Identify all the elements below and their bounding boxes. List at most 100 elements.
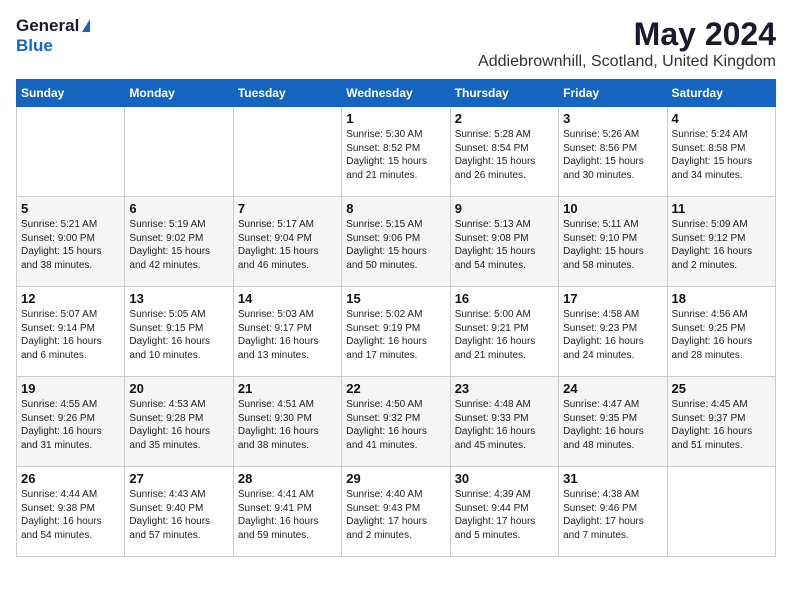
day-cell: 23 Sunrise: 4:48 AM Sunset: 9:33 PM Dayli… <box>450 377 558 467</box>
header-cell-monday: Monday <box>125 80 233 107</box>
day-cell: 6Sunrise: 5:19 AM Sunset: 9:02 PM Daylig… <box>125 197 233 287</box>
day-info: Sunrise: 4:47 AM Sunset: 9:35 PM Dayligh… <box>563 398 662 452</box>
day-info: Sunrise: 4:39 AM Sunset: 9:44 PM Dayligh… <box>455 488 554 542</box>
day-cell: 9 Sunrise: 5:13 AM Sunset: 9:08 PM Daylig… <box>450 197 558 287</box>
header-cell-sunday: Sunday <box>17 80 125 107</box>
day-cell <box>667 467 775 557</box>
day-number: 18 <box>672 291 771 306</box>
day-info: Sunrise: 5:21 AM Sunset: 9:00 PM Dayligh… <box>21 218 120 272</box>
day-info: Sunrise: 5:07 AM Sunset: 9:14 PM Dayligh… <box>21 308 120 362</box>
day-info: Sunrise: 5:28 AM Sunset: 8:54 PM Dayligh… <box>455 128 554 182</box>
day-info: Sunrise: 4:48 AM Sunset: 9:33 PM Dayligh… <box>455 398 554 452</box>
day-number: 7 <box>238 201 337 216</box>
day-cell <box>17 107 125 197</box>
day-cell: 2 Sunrise: 5:28 AM Sunset: 8:54 PM Daylig… <box>450 107 558 197</box>
calendar-title: May 2024 <box>478 16 776 53</box>
day-info: Sunrise: 5:09 AM Sunset: 9:12 PM Dayligh… <box>672 218 771 272</box>
day-info: Sunrise: 4:58 AM Sunset: 9:23 PM Dayligh… <box>563 308 662 362</box>
day-number: 14 <box>238 291 337 306</box>
day-number: 10 <box>563 201 662 216</box>
day-number: 15 <box>346 291 445 306</box>
day-cell: 31Sunrise: 4:38 AM Sunset: 9:46 PM Dayli… <box>559 467 667 557</box>
day-info: Sunrise: 5:05 AM Sunset: 9:15 PM Dayligh… <box>129 308 228 362</box>
week-row-5: 26Sunrise: 4:44 AM Sunset: 9:38 PM Dayli… <box>17 467 776 557</box>
day-number: 16 <box>455 291 554 306</box>
day-cell: 29 Sunrise: 4:40 AM Sunset: 9:43 PM Dayli… <box>342 467 450 557</box>
day-number: 17 <box>563 291 662 306</box>
logo-general: General <box>16 16 79 36</box>
day-cell: 15 Sunrise: 5:02 AM Sunset: 9:19 PM Dayli… <box>342 287 450 377</box>
day-number: 23 <box>455 381 554 396</box>
day-cell <box>125 107 233 197</box>
day-number: 2 <box>455 111 554 126</box>
day-info: Sunrise: 5:24 AM Sunset: 8:58 PM Dayligh… <box>672 128 771 182</box>
logo-blue: Blue <box>16 36 53 55</box>
day-cell: 25 Sunrise: 4:45 AM Sunset: 9:37 PM Dayli… <box>667 377 775 467</box>
day-info: Sunrise: 5:00 AM Sunset: 9:21 PM Dayligh… <box>455 308 554 362</box>
day-info: Sunrise: 5:11 AM Sunset: 9:10 PM Dayligh… <box>563 218 662 272</box>
day-number: 8 <box>346 201 445 216</box>
day-number: 31 <box>563 471 662 486</box>
day-number: 19 <box>21 381 120 396</box>
day-cell: 3Sunrise: 5:26 AM Sunset: 8:56 PM Daylig… <box>559 107 667 197</box>
header: General Blue May 2024 Addiebrownhill, Sc… <box>16 16 776 71</box>
day-info: Sunrise: 5:02 AM Sunset: 9:19 PM Dayligh… <box>346 308 445 362</box>
day-info: Sunrise: 5:15 AM Sunset: 9:06 PM Dayligh… <box>346 218 445 272</box>
day-cell: 18 Sunrise: 4:56 AM Sunset: 9:25 PM Dayli… <box>667 287 775 377</box>
day-number: 28 <box>238 471 337 486</box>
day-cell: 4 Sunrise: 5:24 AM Sunset: 8:58 PM Daylig… <box>667 107 775 197</box>
week-row-3: 12 Sunrise: 5:07 AM Sunset: 9:14 PM Dayli… <box>17 287 776 377</box>
day-cell: 22Sunrise: 4:50 AM Sunset: 9:32 PM Dayli… <box>342 377 450 467</box>
day-number: 27 <box>129 471 228 486</box>
title-area: May 2024 Addiebrownhill, Scotland, Unite… <box>478 16 776 71</box>
calendar-subtitle: Addiebrownhill, Scotland, United Kingdom <box>478 53 776 71</box>
header-cell-saturday: Saturday <box>667 80 775 107</box>
day-number: 1 <box>346 111 445 126</box>
day-info: Sunrise: 4:40 AM Sunset: 9:43 PM Dayligh… <box>346 488 445 542</box>
day-number: 29 <box>346 471 445 486</box>
day-info: Sunrise: 5:03 AM Sunset: 9:17 PM Dayligh… <box>238 308 337 362</box>
day-cell: 14 Sunrise: 5:03 AM Sunset: 9:17 PM Dayli… <box>233 287 341 377</box>
day-cell: 27Sunrise: 4:43 AM Sunset: 9:40 PM Dayli… <box>125 467 233 557</box>
day-number: 13 <box>129 291 228 306</box>
day-number: 11 <box>672 201 771 216</box>
calendar-header: SundayMondayTuesdayWednesdayThursdayFrid… <box>17 80 776 107</box>
day-number: 12 <box>21 291 120 306</box>
day-info: Sunrise: 4:56 AM Sunset: 9:25 PM Dayligh… <box>672 308 771 362</box>
day-info: Sunrise: 5:26 AM Sunset: 8:56 PM Dayligh… <box>563 128 662 182</box>
day-cell: 7Sunrise: 5:17 AM Sunset: 9:04 PM Daylig… <box>233 197 341 287</box>
day-cell: 28 Sunrise: 4:41 AM Sunset: 9:41 PM Dayli… <box>233 467 341 557</box>
day-cell: 12 Sunrise: 5:07 AM Sunset: 9:14 PM Dayli… <box>17 287 125 377</box>
day-cell: 8 Sunrise: 5:15 AM Sunset: 9:06 PM Daylig… <box>342 197 450 287</box>
header-cell-thursday: Thursday <box>450 80 558 107</box>
day-number: 6 <box>129 201 228 216</box>
day-cell <box>233 107 341 197</box>
day-info: Sunrise: 4:45 AM Sunset: 9:37 PM Dayligh… <box>672 398 771 452</box>
day-info: Sunrise: 4:41 AM Sunset: 9:41 PM Dayligh… <box>238 488 337 542</box>
header-cell-wednesday: Wednesday <box>342 80 450 107</box>
day-info: Sunrise: 4:44 AM Sunset: 9:38 PM Dayligh… <box>21 488 120 542</box>
calendar-body: 1Sunrise: 5:30 AM Sunset: 8:52 PM Daylig… <box>17 107 776 557</box>
calendar-table: SundayMondayTuesdayWednesdayThursdayFrid… <box>16 79 776 557</box>
week-row-1: 1Sunrise: 5:30 AM Sunset: 8:52 PM Daylig… <box>17 107 776 197</box>
day-info: Sunrise: 4:51 AM Sunset: 9:30 PM Dayligh… <box>238 398 337 452</box>
day-cell: 24 Sunrise: 4:47 AM Sunset: 9:35 PM Dayli… <box>559 377 667 467</box>
day-number: 22 <box>346 381 445 396</box>
day-cell: 5 Sunrise: 5:21 AM Sunset: 9:00 PM Daylig… <box>17 197 125 287</box>
day-cell: 10 Sunrise: 5:11 AM Sunset: 9:10 PM Dayli… <box>559 197 667 287</box>
day-info: Sunrise: 5:13 AM Sunset: 9:08 PM Dayligh… <box>455 218 554 272</box>
day-cell: 20Sunrise: 4:53 AM Sunset: 9:28 PM Dayli… <box>125 377 233 467</box>
logo-triangle-icon <box>82 19 90 32</box>
week-row-4: 19Sunrise: 4:55 AM Sunset: 9:26 PM Dayli… <box>17 377 776 467</box>
day-number: 24 <box>563 381 662 396</box>
day-number: 5 <box>21 201 120 216</box>
day-info: Sunrise: 4:53 AM Sunset: 9:28 PM Dayligh… <box>129 398 228 452</box>
day-cell: 17 Sunrise: 4:58 AM Sunset: 9:23 PM Dayli… <box>559 287 667 377</box>
day-number: 9 <box>455 201 554 216</box>
day-number: 4 <box>672 111 771 126</box>
header-row: SundayMondayTuesdayWednesdayThursdayFrid… <box>17 80 776 107</box>
day-number: 25 <box>672 381 771 396</box>
logo: General Blue <box>16 16 90 56</box>
day-cell: 11 Sunrise: 5:09 AM Sunset: 9:12 PM Dayli… <box>667 197 775 287</box>
day-cell: 19Sunrise: 4:55 AM Sunset: 9:26 PM Dayli… <box>17 377 125 467</box>
